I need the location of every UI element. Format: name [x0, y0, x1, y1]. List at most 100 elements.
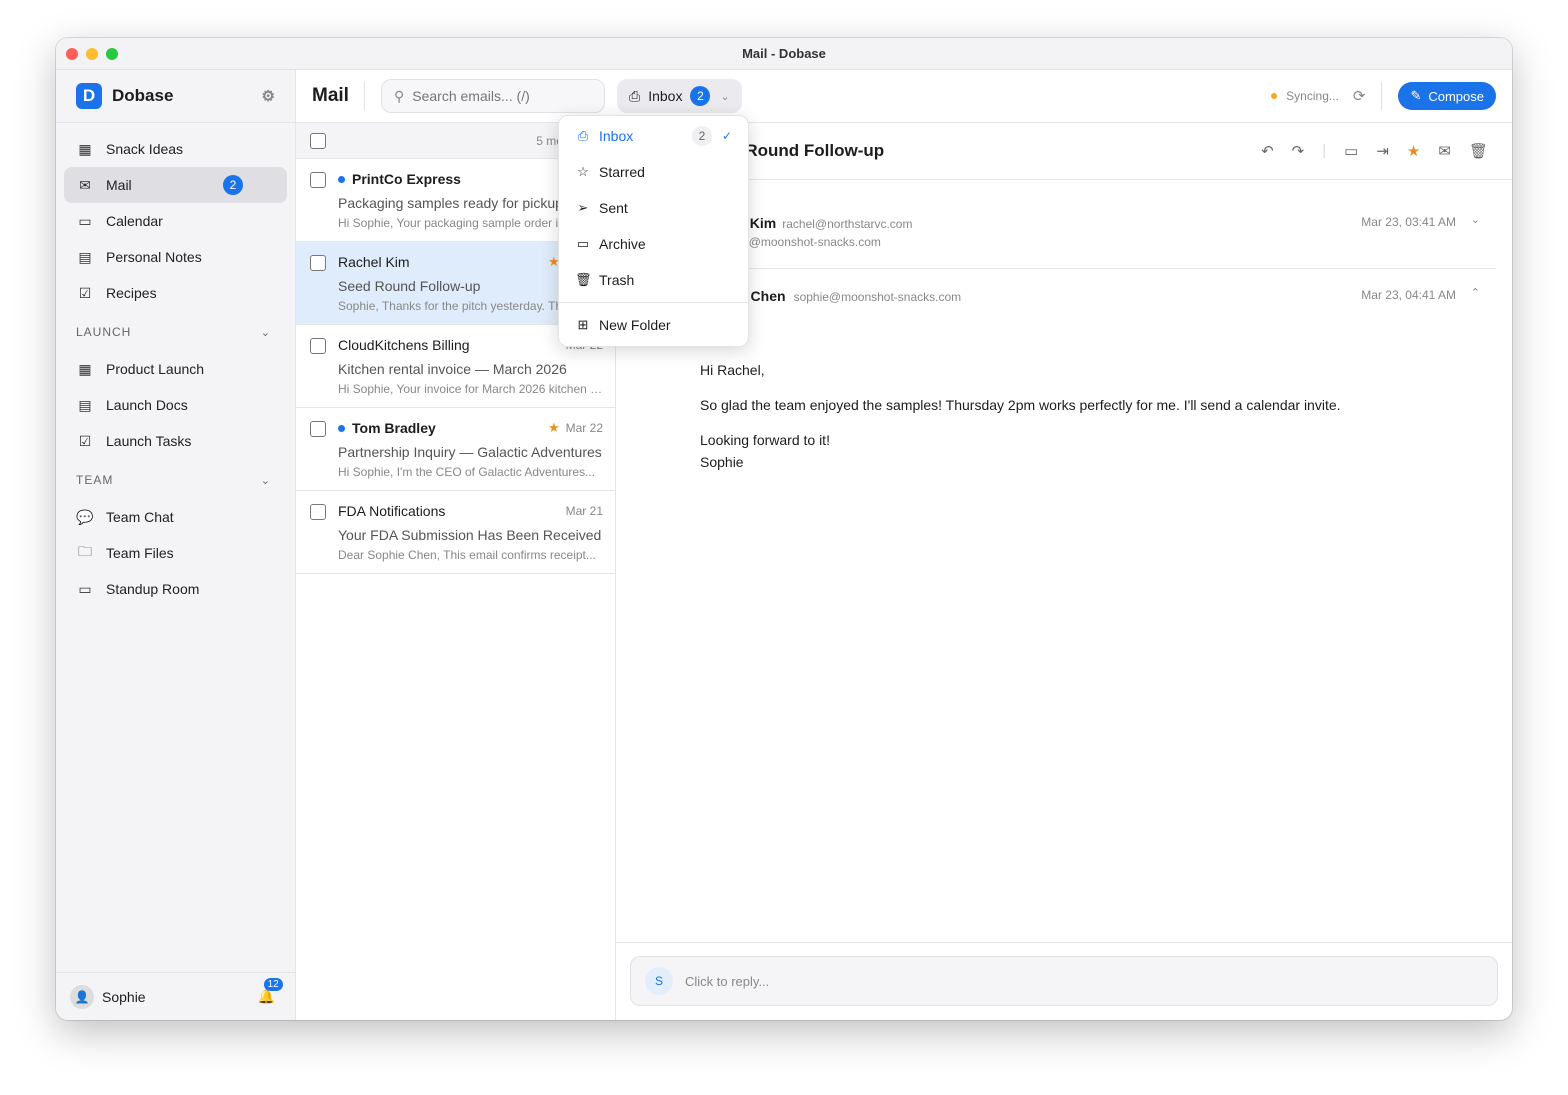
message-body: Hi Rachel, So glad the team enjoyed the … — [700, 362, 1341, 470]
minimize-window-button[interactable] — [86, 48, 98, 60]
sidebar-item-recipes[interactable]: ☑ Recipes — [64, 275, 287, 311]
sidebar-item-standup-room[interactable]: ▭ Standup Room — [64, 571, 287, 607]
sidebar: D Dobase ⚙ ▦ Snack Ideas ✉ Mail 2 ▭ Calendar ▤… — [56, 70, 296, 1020]
forward-icon[interactable]: ↷ — [1292, 142, 1305, 160]
select-all-checkbox[interactable] — [310, 132, 326, 149]
email-preview: Hi Sophie, I'm the CEO of Galactic Adven… — [338, 465, 596, 479]
star-icon: ☆ — [577, 164, 589, 179]
sidebar-item-launch-tasks[interactable]: ☑ Launch Tasks — [64, 423, 287, 459]
section-team[interactable]: TEAM ⌄ — [64, 461, 287, 499]
message-header-collapsed[interactable]: Rachel Kimrachel@northstarvc.com to soph… — [700, 180, 1496, 269]
close-window-button[interactable] — [66, 48, 78, 60]
syncing-dot — [1271, 93, 1278, 99]
email-checkbox[interactable] — [310, 255, 326, 271]
table-icon: ▦ — [78, 140, 92, 157]
divider: | — [1322, 142, 1327, 159]
sync-status: Syncing... ⟳ — [1271, 87, 1365, 105]
toolbar: Mail ⚲ ⎙Inbox2⌄ Syncing...⟳ ✎Compose — [296, 70, 1512, 123]
sidebar-item-product-launch[interactable]: ▦ Product Launch — [64, 351, 287, 387]
email-preview: Dear Sophie Chen, This email confirms re… — [338, 548, 596, 562]
trash-icon: 🗑 — [575, 272, 592, 287]
reply-box[interactable]: S Click to reply... — [630, 956, 1498, 1006]
document-icon: ▤ — [78, 248, 92, 265]
email-sender: CloudKitchens Billing — [338, 337, 470, 353]
move-icon[interactable]: ⇥ — [1376, 142, 1389, 160]
notification-badge: 12 — [263, 978, 283, 991]
bell-icon[interactable]: 🔔 12 — [258, 978, 283, 1005]
reply-icon[interactable]: ↶ — [1261, 142, 1274, 160]
title-bar: Mail - Dobase — [56, 38, 1512, 70]
zoom-window-button[interactable] — [106, 48, 118, 60]
checkbox-icon: ☑ — [78, 432, 92, 449]
refresh-icon[interactable]: ⟳ — [1353, 87, 1366, 105]
compose-button[interactable]: ✎ Compose — [1398, 82, 1496, 110]
email-checkbox[interactable] — [310, 172, 326, 188]
email-sender: Tom Bradley — [352, 420, 436, 436]
sidebar-item-team-files[interactable]: 🗀 Team Files — [64, 535, 287, 571]
settings-gear-icon[interactable]: ⚙ — [262, 87, 275, 105]
reply-avatar: S — [645, 967, 673, 995]
app-window: Mail - Dobase D Dobase ⚙ ▦ Snack Ideas ✉ Mai… — [56, 38, 1512, 1020]
menu-item-starred[interactable]: ☆ Starred — [559, 154, 748, 190]
folder-badge: 2 — [690, 86, 711, 106]
menu-item-inbox[interactable]: ⎙ Inbox 2 ✓ — [559, 118, 748, 154]
calendar-icon: ▭ — [78, 212, 92, 229]
folder-dropdown-menu: ⎙ Inbox 2 ✓ ☆ Starred ➢ Sent ▭ Archive 🗑 Trash … — [558, 115, 749, 347]
table-icon: ▦ — [78, 360, 92, 377]
sidebar-item-snack-ideas[interactable]: ▦ Snack Ideas — [64, 131, 287, 167]
email-checkbox[interactable] — [310, 504, 326, 520]
checkbox-icon: ☑ — [78, 284, 92, 301]
message-header-expanded[interactable]: Sophie Chensophie@moonshot-snacks.com Ma… — [700, 269, 1496, 329]
folder-selector[interactable]: ⎙ Inbox 2 ⌄ — [617, 79, 742, 113]
chevron-down-icon[interactable]: ⌄ — [1471, 213, 1480, 226]
section-launch[interactable]: LAUNCH ⌄ — [64, 313, 287, 351]
email-preview: Hi Sophie, Your invoice for March 2026 k… — [338, 382, 603, 396]
divider — [1381, 82, 1383, 110]
menu-item-sent[interactable]: ➢ Sent — [559, 190, 748, 226]
divider — [364, 82, 365, 110]
sidebar-item-mail[interactable]: ✉ Mail 2 — [64, 167, 287, 203]
email-subject: Partnership Inquiry — Galactic Adventure… — [338, 444, 602, 460]
archive-icon: ▭ — [576, 236, 590, 251]
email-subject: Kitchen rental invoice — March 2026 — [338, 361, 567, 377]
sidebar-item-personal-notes[interactable]: ▤ Personal Notes — [64, 239, 287, 275]
divider — [559, 302, 748, 303]
inbox-icon: ⎙ — [629, 87, 641, 104]
chevron-down-icon[interactable]: ⌄ — [261, 326, 271, 339]
star-icon[interactable]: ★ — [1407, 142, 1420, 160]
sidebar-item-calendar[interactable]: ▭ Calendar — [64, 203, 287, 239]
email-row[interactable]: FDA Notifications Mar 21 Your FDA Submiss… — [296, 491, 615, 574]
email-checkbox[interactable] — [310, 421, 326, 437]
send-icon: ➢ — [577, 200, 589, 215]
sidebar-item-team-chat[interactable]: 💬 Team Chat — [64, 499, 287, 535]
search-icon: ⚲ — [394, 87, 405, 104]
menu-item-trash[interactable]: 🗑 Trash — [559, 262, 748, 298]
menu-item-archive[interactable]: ▭ Archive — [559, 226, 748, 262]
email-sender: Rachel Kim — [338, 254, 410, 270]
email-sender: PrintCo Express — [352, 171, 461, 187]
unread-dot — [338, 175, 345, 183]
menu-item-new-folder[interactable]: ⊞ New Folder — [559, 307, 748, 343]
email-checkbox[interactable] — [310, 338, 326, 354]
archive-icon[interactable]: ▭ — [1344, 142, 1358, 160]
email-date: Mar 21 — [565, 504, 603, 518]
mail-icon: ✉ — [79, 176, 91, 193]
avatar: 👤 — [70, 984, 94, 1009]
star-icon[interactable]: ★ — [548, 420, 560, 436]
user-profile[interactable]: 👤 Sophie 🔔 12 — [56, 972, 295, 1020]
mail-unread-badge: 2 — [223, 175, 243, 195]
mark-unread-icon[interactable]: ✉ — [1438, 142, 1451, 160]
video-icon: ▭ — [78, 580, 92, 597]
unread-dot — [338, 424, 345, 432]
window-title: Mail - Dobase — [742, 46, 826, 61]
page-title: Mail — [312, 85, 349, 106]
email-row[interactable]: Tom Bradley ★ Mar 22 Partnership Inquiry —… — [296, 408, 615, 491]
chevron-down-icon[interactable]: ⌄ — [261, 474, 271, 487]
search-box[interactable]: ⚲ — [381, 79, 605, 113]
search-input[interactable] — [412, 88, 583, 104]
sidebar-item-launch-docs[interactable]: ▤ Launch Docs — [64, 387, 287, 423]
trash-icon[interactable]: 🗑 — [1469, 142, 1488, 160]
chevron-up-icon[interactable]: ⌃ — [1471, 286, 1480, 299]
check-icon: ✓ — [721, 129, 732, 143]
folder-plus-icon: ⊞ — [577, 317, 589, 332]
